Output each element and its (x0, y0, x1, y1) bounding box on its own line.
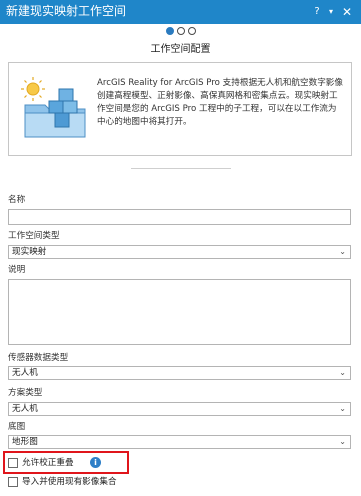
help-button[interactable]: ? (312, 5, 322, 19)
sensor-type-label: 传感器数据类型 (8, 353, 69, 363)
sensor-type-select[interactable]: 无人机 ⌄ (8, 366, 351, 380)
chevron-down-icon: ⌄ (339, 404, 346, 413)
description-textarea[interactable] (8, 279, 351, 345)
window-title: 新建现实映射工作空间 (6, 4, 127, 18)
workspace-type-select[interactable]: 现实映射 ⌄ (8, 245, 351, 259)
import-existing-collection-label: 导入并使用现有影像集合 (22, 477, 117, 487)
scenario-type-value: 无人机 (12, 404, 38, 414)
chevron-down-icon: ⌄ (339, 437, 346, 446)
step-dot-2 (177, 27, 185, 35)
page-title: 工作空间配置 (150, 44, 211, 55)
description-label: 说明 (8, 265, 26, 275)
name-label: 名称 (8, 195, 26, 205)
basemap-value: 地形图 (12, 437, 38, 447)
close-button[interactable]: ✕ (340, 5, 354, 19)
step-indicator (163, 27, 199, 36)
scenario-type-label: 方案类型 (8, 388, 43, 398)
workspace-type-label: 工作空间类型 (8, 231, 60, 241)
workspace-illustration-icon (21, 77, 86, 138)
info-icon[interactable]: i (90, 457, 101, 468)
chevron-down-icon: ⌄ (339, 368, 346, 377)
import-existing-collection-checkbox[interactable] (8, 477, 18, 487)
basemap-label: 底图 (8, 422, 26, 432)
allow-adjust-overlap-label: 允许校正重叠 (22, 458, 74, 468)
allow-adjust-overlap-row[interactable]: 允许校正重叠 i (8, 457, 108, 469)
import-existing-collection-row[interactable]: 导入并使用现有影像集合 (8, 476, 168, 488)
name-input[interactable] (8, 209, 351, 225)
info-panel: ArcGIS Reality for ArcGIS Pro 支持根据无人机和航空… (8, 62, 352, 156)
sensor-type-value: 无人机 (12, 368, 38, 378)
step-dot-3 (188, 27, 196, 35)
chevron-down-icon: ⌄ (339, 247, 346, 256)
info-description: ArcGIS Reality for ArcGIS Pro 支持根据无人机和航空… (97, 78, 343, 127)
section-divider (131, 168, 231, 169)
window-titlebar: 新建现实映射工作空间 ? ▾ ✕ (0, 0, 361, 24)
step-dot-1 (166, 27, 174, 35)
basemap-select[interactable]: 地形图 ⌄ (8, 435, 351, 449)
allow-adjust-overlap-checkbox[interactable] (8, 458, 18, 468)
options-menu-button[interactable]: ▾ (326, 5, 336, 19)
scenario-type-select[interactable]: 无人机 ⌄ (8, 402, 351, 416)
workspace-type-value: 现实映射 (12, 247, 47, 257)
